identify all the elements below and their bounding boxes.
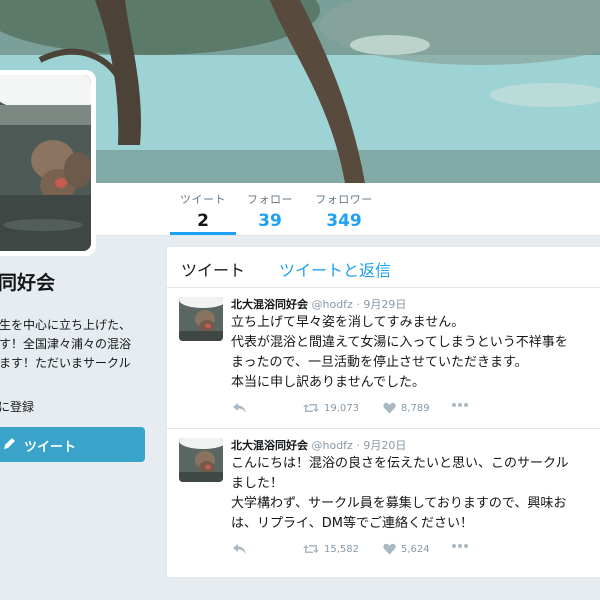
tab-tweets-and-replies[interactable]: ツイートと返信 [279, 257, 391, 281]
timeline: ツイート ツイートと返信 北大混浴同好会 @hodfz · 9月29日 立ち上げ… [166, 246, 600, 578]
reply-button[interactable] [233, 402, 252, 414]
more-icon [452, 403, 468, 407]
compose-icon [2, 437, 16, 455]
stat-tweets-label: ツイート [180, 193, 226, 206]
tweet-author-handle[interactable]: @hodfz [312, 298, 353, 311]
tweet-avatar[interactable] [179, 297, 223, 341]
retweet-icon [303, 404, 319, 412]
more-button[interactable] [451, 543, 474, 549]
retweet-count: 15,582 [324, 543, 359, 555]
stat-followers[interactable]: フォロワー 349 [314, 191, 374, 231]
stat-tweets[interactable]: ツイート 2 [170, 191, 236, 235]
timeline-tabs: ツイート ツイートと返信 [167, 247, 600, 288]
joined-date: に登録 [0, 400, 35, 414]
like-button[interactable]: 8,789 [383, 402, 430, 414]
stat-followers-count: 349 [326, 211, 362, 231]
tweet-header: 北大混浴同好会 @hodfz · 9月29日 [231, 296, 406, 312]
tweet-author-name[interactable]: 北大混浴同好会 [231, 439, 308, 452]
retweet-icon [303, 545, 319, 553]
bio-line: す！全国津々浦々の混浴 [0, 337, 132, 351]
stat-following-count: 39 [258, 211, 282, 231]
profile-bio: 生を中心に立ち上げた、 す！全国津々浦々の混浴 ます！ただいまサークル [0, 316, 149, 373]
heart-icon [383, 543, 396, 555]
retweet-button[interactable]: 19,073 [303, 402, 359, 414]
tweet-button-label: ツイート [24, 440, 77, 455]
tweet-header: 北大混浴同好会 @hodfz · 9月20日 [231, 437, 406, 453]
tweet-author-handle[interactable]: @hodfz [312, 439, 353, 452]
bio-line: ます！ただいまサークル [0, 356, 131, 370]
separator-dot: · [356, 439, 360, 452]
reply-icon [233, 403, 246, 413]
more-button[interactable] [451, 402, 474, 408]
profile-name: 同好会 [0, 272, 56, 294]
tweet-text-line: は、リプライ、DM等でご連絡ください！ [231, 516, 473, 531]
like-button[interactable]: 5,624 [383, 543, 430, 555]
tab-tweets[interactable]: ツイート [181, 257, 245, 281]
profile-avatar[interactable] [0, 70, 96, 256]
stat-followers-label: フォロワー [315, 193, 373, 206]
tweet-date[interactable]: 9月20日 [363, 439, 406, 452]
tweet-text-line: 本当に申し訳ありませんでした。 [231, 375, 425, 390]
tweet-text: こんにちは！混浴の良さを伝えたいと思い、このサークル ました！ 大学構わず、サー… [231, 454, 600, 534]
tweet-text: 立ち上げて早々姿を消してすみません。 代表が混浴と間違えて女湯に入ってしまうとい… [231, 313, 600, 393]
separator-dot: · [356, 298, 360, 311]
retweet-count: 19,073 [324, 402, 359, 414]
heart-icon [383, 402, 396, 414]
tweet-text-line: 立ち上げて早々姿を消してすみません。 [231, 315, 465, 330]
stat-following[interactable]: フォロー 39 [246, 191, 294, 231]
stat-following-label: フォロー [247, 193, 293, 206]
reply-button[interactable] [233, 543, 252, 555]
tweet-button[interactable]: ツイート [0, 427, 145, 462]
tweet-text-line: 代表が混浴と間違えて女湯に入ってしまうという不祥事を [231, 335, 568, 350]
tweet-date[interactable]: 9月29日 [363, 298, 406, 311]
reply-icon [233, 544, 246, 554]
tweet-actions: 15,582 5,624 [233, 543, 600, 559]
like-count: 8,789 [401, 402, 430, 414]
tweet-avatar[interactable] [179, 438, 223, 482]
more-icon [452, 544, 468, 548]
tweet-text-line: 大学構わず、サークル員を募集しておりますので、興味お [231, 496, 567, 511]
tweet[interactable]: 北大混浴同好会 @hodfz · 9月20日 こんにちは！混浴の良さを伝えたいと… [167, 429, 600, 569]
avatar-image [0, 75, 91, 251]
tweet-text-line: こんにちは！混浴の良さを伝えたいと思い、このサークル [231, 456, 569, 471]
like-count: 5,624 [401, 543, 430, 555]
tweet-actions: 19,073 8,789 [233, 402, 600, 418]
tweet-author-name[interactable]: 北大混浴同好会 [231, 298, 308, 311]
tweet-text-line: まったので、一旦活動を停止させていただきます。 [231, 355, 528, 370]
stat-tweets-count: 2 [197, 211, 209, 231]
bio-line: 生を中心に立ち上げた、 [0, 318, 132, 332]
tweet-text-line: ました！ [231, 476, 284, 491]
tweet[interactable]: 北大混浴同好会 @hodfz · 9月29日 立ち上げて早々姿を消してすみません… [167, 288, 600, 429]
retweet-button[interactable]: 15,582 [303, 543, 359, 555]
